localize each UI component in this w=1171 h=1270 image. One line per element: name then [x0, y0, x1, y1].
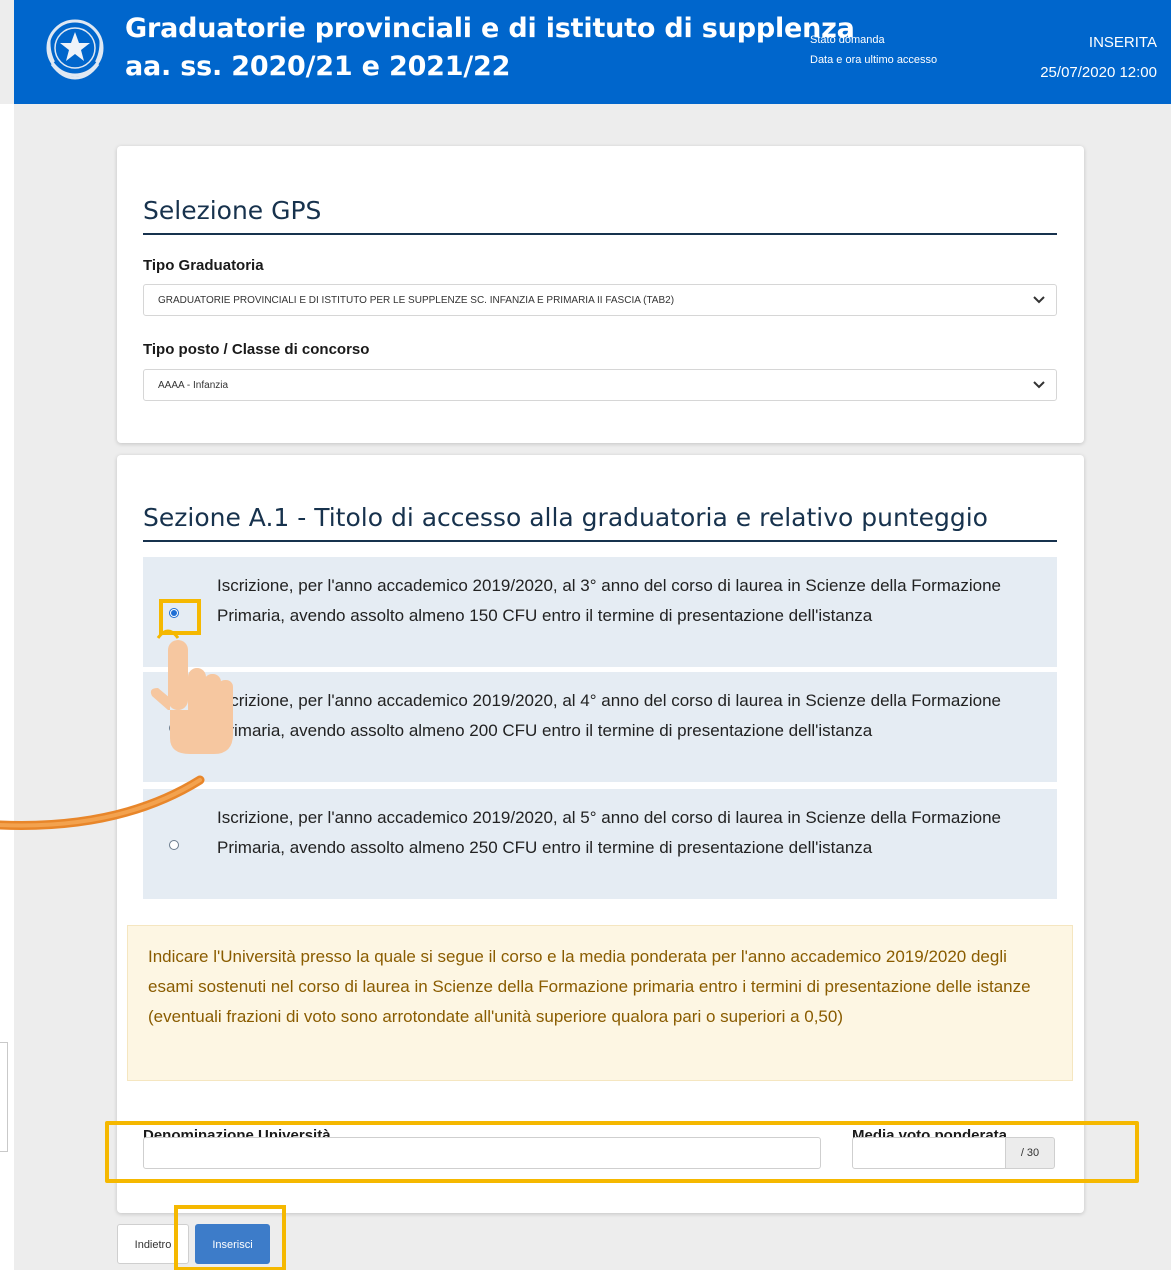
section-divider — [143, 540, 1057, 542]
radio-button[interactable] — [169, 840, 179, 850]
status-labels: Stato domanda Data e ora ultimo accesso — [810, 30, 937, 70]
info-notice: Indicare l'Università presso la quale si… — [127, 925, 1073, 1081]
status-values: INSERITA 25/07/2020 12:00 — [1040, 28, 1157, 88]
gps-selection-card: Selezione GPS Tipo Graduatoria GRADUATOR… — [117, 146, 1084, 443]
title-line-1: Graduatorie provinciali e di istituto di… — [125, 13, 855, 44]
section-a1-card: Sezione A.1 - Titolo di accesso alla gra… — [117, 455, 1084, 1213]
gps-section-title: Selezione GPS — [143, 196, 322, 225]
access-title-option-1[interactable]: Iscrizione, per l'anno accademico 2019/2… — [143, 557, 1057, 667]
option-text: Iscrizione, per l'anno accademico 2019/2… — [217, 808, 1002, 857]
tipo-posto-label: Tipo posto / Classe di concorso — [143, 341, 370, 358]
tipo-posto-select[interactable]: AAAA - Infanzia — [143, 369, 1057, 401]
insert-button-highlight-frame — [174, 1205, 286, 1270]
side-panel-edge — [0, 1042, 8, 1152]
option-text: Iscrizione, per l'anno accademico 2019/2… — [217, 691, 1002, 740]
chevron-down-icon — [1033, 381, 1045, 389]
tipo-graduatoria-label: Tipo Graduatoria — [143, 257, 264, 274]
option-text: Iscrizione, per l'anno accademico 2019/2… — [217, 576, 1002, 625]
page-title: Graduatorie provinciali e di istituto di… — [125, 10, 855, 86]
pointing-hand-icon — [150, 629, 233, 754]
italian-republic-emblem-icon — [46, 19, 104, 80]
tipo-posto-value: AAAA - Infanzia — [158, 380, 229, 391]
inputs-highlight-frame — [105, 1121, 1139, 1183]
access-title-option-2[interactable]: Iscrizione, per l'anno accademico 2019/2… — [143, 672, 1057, 782]
title-line-2: aa. ss. 2020/21 e 2021/22 — [125, 51, 511, 82]
last-access-label: Data e ora ultimo accesso — [810, 54, 938, 66]
last-access-value: 25/07/2020 12:00 — [1040, 64, 1157, 81]
chevron-down-icon — [1033, 296, 1045, 304]
tipo-graduatoria-select[interactable]: GRADUATORIE PROVINCIALI E DI ISTITUTO PE… — [143, 284, 1057, 316]
section-divider — [143, 233, 1057, 235]
access-title-option-3[interactable]: Iscrizione, per l'anno accademico 2019/2… — [143, 789, 1057, 899]
tipo-graduatoria-value: GRADUATORIE PROVINCIALI E DI ISTITUTO PE… — [158, 295, 675, 306]
section-a1-title: Sezione A.1 - Titolo di accesso alla gra… — [143, 503, 988, 532]
status-value: INSERITA — [1088, 34, 1157, 51]
status-label: Stato domanda — [810, 34, 885, 46]
app-header: Graduatorie provinciali e di istituto di… — [14, 0, 1171, 104]
